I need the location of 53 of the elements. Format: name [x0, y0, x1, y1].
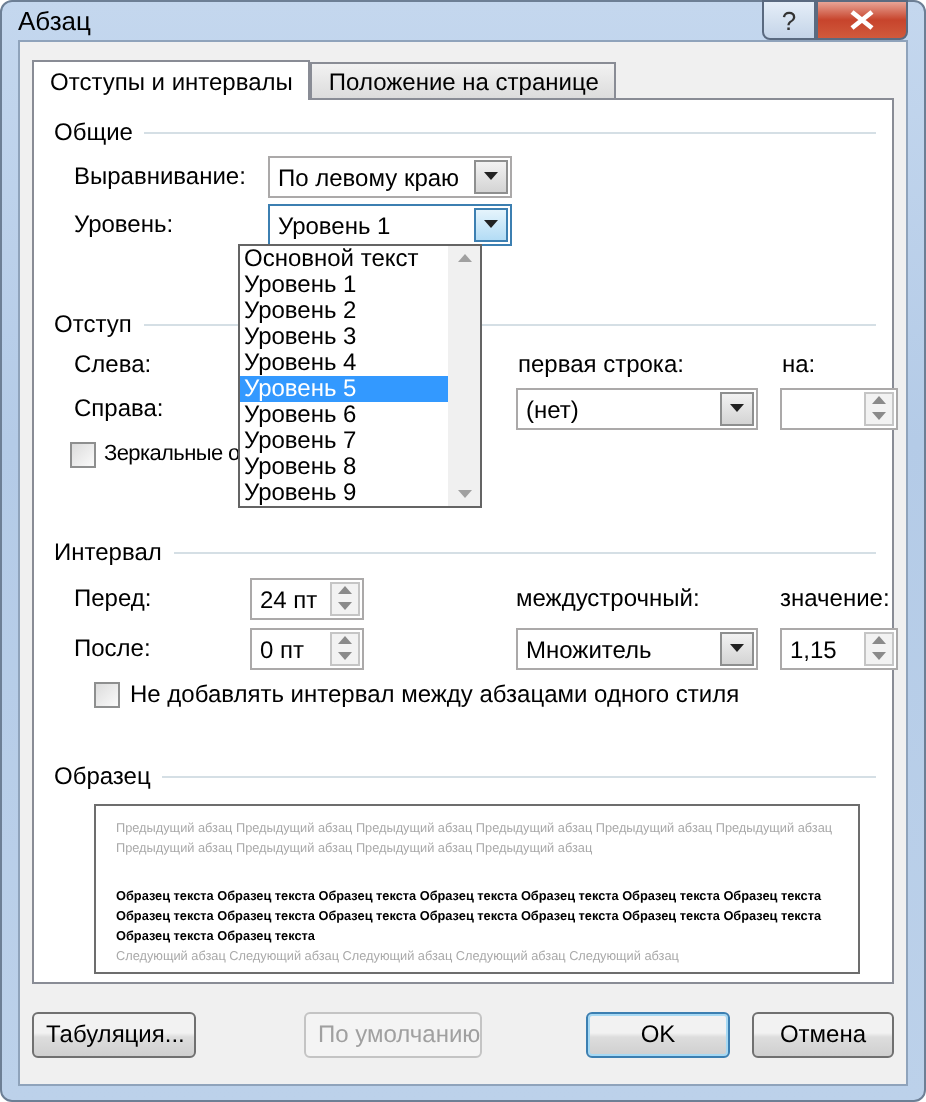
caret-icon — [730, 644, 744, 652]
dialog-button[interactable]: OK — [586, 1011, 730, 1057]
checkbox[interactable] — [94, 681, 120, 707]
tab[interactable]: Отступы и интервалы — [32, 60, 311, 100]
up-down-arrows-icon — [338, 586, 352, 610]
group-heading: Общие — [54, 118, 133, 146]
number-field[interactable]: 0 пт — [250, 627, 364, 669]
spin-button[interactable] — [864, 631, 894, 665]
field-label: значение: — [780, 584, 890, 612]
group-heading: Образец — [54, 762, 151, 790]
number-field[interactable]: 1,15 — [780, 627, 898, 669]
field-label: Уровень: — [74, 210, 174, 238]
dropdown-field[interactable]: (нет) — [516, 387, 758, 429]
dropdown-button[interactable] — [720, 391, 754, 425]
dialog-button[interactable]: Табуляция... — [32, 1011, 196, 1057]
close-button[interactable] — [816, 0, 908, 40]
field-label: Перед: — [74, 584, 152, 612]
dropdown-field[interactable]: По левому краю — [268, 155, 512, 197]
scrollbar[interactable] — [448, 246, 480, 506]
dropdown-field[interactable]: Множитель — [516, 627, 758, 669]
spin-button[interactable] — [330, 631, 360, 665]
checkbox-label: Не добавлять интервал между абзацами одного стиля — [130, 680, 740, 708]
checkbox[interactable] — [70, 441, 96, 467]
caret-icon — [484, 172, 498, 180]
field-label: Справа: — [74, 394, 164, 422]
number-field[interactable] — [780, 387, 898, 429]
field-label: на: — [782, 350, 816, 378]
scroll-down-icon — [457, 490, 471, 498]
help-button[interactable]: ? — [762, 0, 816, 40]
field-label: первая строка: — [518, 350, 684, 378]
dropdown-field[interactable]: Уровень 1 — [268, 203, 512, 245]
group-heading: Отступ — [54, 310, 132, 338]
field-label: междустрочный: — [516, 584, 700, 612]
scroll-up-icon — [457, 254, 471, 262]
group-heading: Интервал — [54, 538, 162, 566]
number-field[interactable]: 24 пт — [250, 577, 364, 619]
up-down-arrows-icon — [872, 396, 886, 420]
dialog-button[interactable]: Отмена — [751, 1011, 894, 1057]
spin-button[interactable] — [864, 391, 894, 425]
field-label: После: — [74, 634, 151, 662]
field-label: Слева: — [74, 350, 152, 378]
dropdown-button[interactable] — [474, 159, 508, 193]
field-label: Выравнивание: — [74, 162, 246, 190]
tab[interactable]: Положение на странице — [310, 62, 617, 98]
caret-icon — [484, 220, 498, 228]
dropdown-button[interactable] — [720, 631, 754, 665]
caret-icon — [730, 404, 744, 412]
window-title: Абзац — [18, 6, 91, 36]
up-down-arrows-icon — [872, 636, 886, 660]
up-down-arrows-icon — [338, 636, 352, 660]
spin-button[interactable] — [330, 581, 360, 615]
dropdown-button[interactable] — [474, 207, 508, 241]
close-icon — [850, 10, 874, 30]
